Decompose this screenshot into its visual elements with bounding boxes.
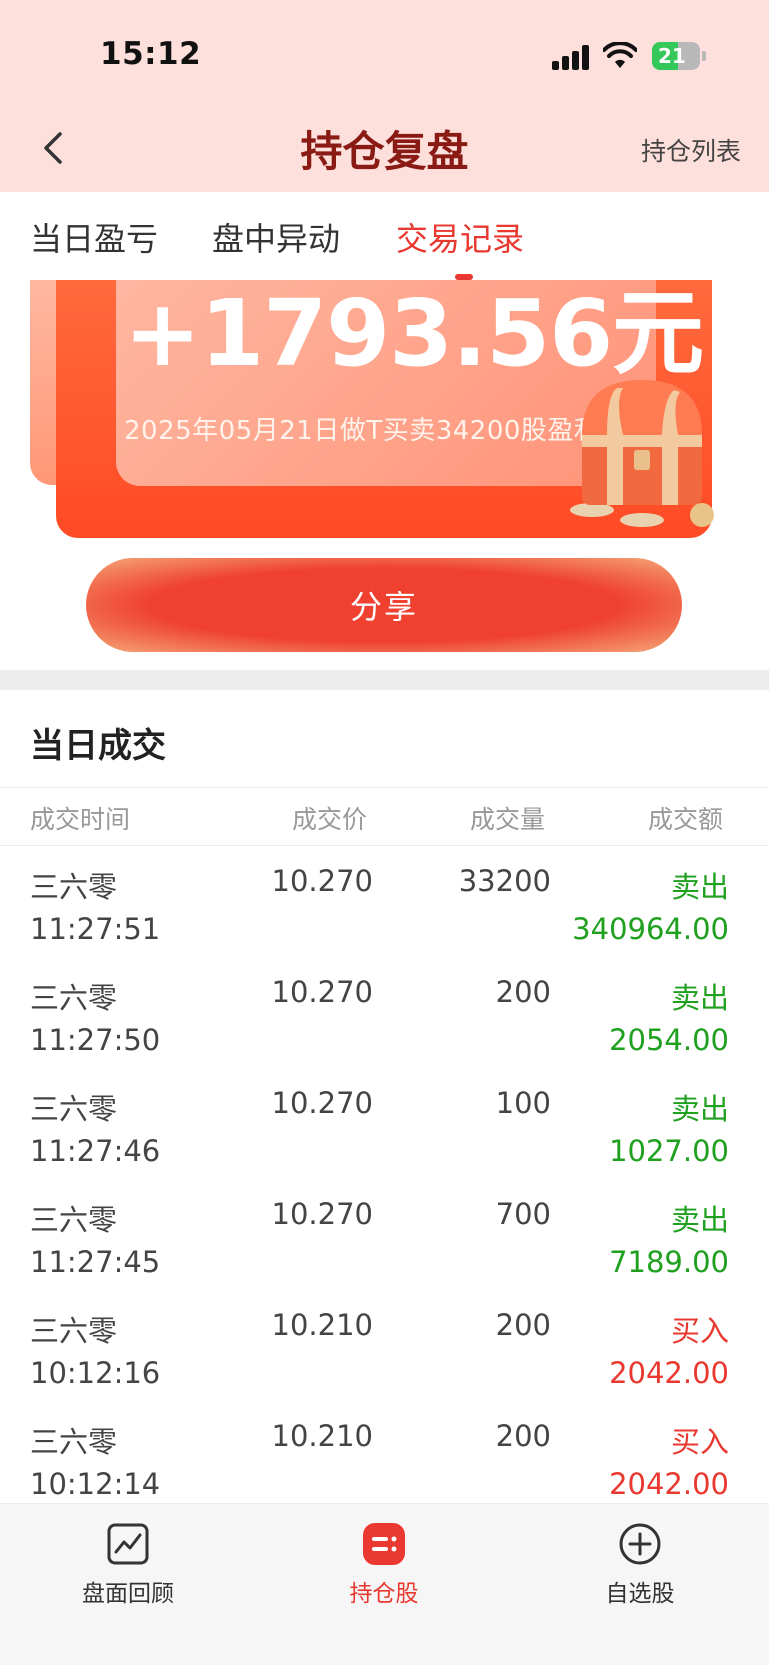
bottom-tab-market-review[interactable]: 盘面回顾 bbox=[48, 1522, 208, 1608]
tab-trade-records[interactable]: 交易记录 bbox=[396, 214, 524, 260]
trade-amount: 340964.00 bbox=[572, 912, 729, 946]
nav-bar: 持仓复盘 持仓列表 bbox=[0, 110, 769, 192]
battery-icon: 21 bbox=[652, 42, 700, 70]
trade-volume: 200 bbox=[495, 1419, 551, 1453]
trade-amount: 1027.00 bbox=[609, 1134, 729, 1168]
col-header-volume: 成交量 bbox=[470, 805, 546, 834]
table-row[interactable]: 三六零 11:27:50 10.270 200 卖出 2054.00 bbox=[0, 973, 769, 1085]
add-circle-icon bbox=[619, 1523, 661, 1565]
table-row[interactable]: 三六零 10:12:16 10.210 200 买入 2042.00 bbox=[0, 1306, 769, 1418]
trade-volume: 200 bbox=[495, 1308, 551, 1342]
holdings-list-link[interactable]: 持仓列表 bbox=[641, 132, 741, 168]
holdings-icon bbox=[363, 1523, 405, 1565]
trade-name: 三六零 bbox=[30, 981, 118, 1015]
battery-level: 21 bbox=[658, 44, 686, 68]
table-row[interactable]: 三六零 11:27:46 10.270 100 卖出 1027.00 bbox=[0, 1084, 769, 1196]
tab-bar: 当日盈亏 盘中异动 交易记录 bbox=[0, 192, 769, 280]
tab-daily-pnl[interactable]: 当日盈亏 bbox=[30, 214, 158, 260]
trade-side: 卖出 bbox=[670, 1203, 729, 1237]
header-top-line bbox=[0, 787, 769, 788]
bottom-tab-watchlist[interactable]: 自选股 bbox=[560, 1522, 720, 1608]
section-divider bbox=[0, 670, 769, 690]
cellular-signal-icon bbox=[552, 44, 590, 70]
trade-time: 10:12:16 bbox=[30, 1356, 161, 1390]
trade-amount: 2054.00 bbox=[609, 1023, 729, 1057]
trade-name: 三六零 bbox=[30, 1203, 118, 1237]
trade-price: 10.210 bbox=[271, 1419, 373, 1453]
trade-side: 买入 bbox=[670, 1425, 729, 1459]
trade-volume: 100 bbox=[495, 1086, 551, 1120]
share-button[interactable]: 分享 bbox=[86, 558, 682, 652]
trade-name: 三六零 bbox=[30, 1314, 118, 1348]
trade-time: 10:12:14 bbox=[30, 1467, 161, 1501]
trade-amount: 2042.00 bbox=[609, 1467, 729, 1501]
bottom-tab-label: 自选股 bbox=[605, 1581, 675, 1607]
trade-price: 10.270 bbox=[271, 975, 373, 1009]
trade-side: 买入 bbox=[670, 1314, 729, 1348]
trade-price: 10.270 bbox=[271, 864, 373, 898]
chart-review-icon bbox=[107, 1523, 149, 1565]
status-time: 15:12 bbox=[100, 36, 202, 72]
trade-time: 11:27:45 bbox=[30, 1245, 161, 1279]
bottom-tab-label: 持仓股 bbox=[349, 1581, 419, 1607]
trade-side: 卖出 bbox=[670, 870, 729, 904]
wifi-icon bbox=[603, 42, 637, 68]
profit-subtitle: 2025年05月21日做T买卖34200股盈利 bbox=[124, 416, 601, 446]
trade-amount: 2042.00 bbox=[609, 1356, 729, 1390]
trade-name: 三六零 bbox=[30, 1092, 118, 1126]
trade-price: 10.270 bbox=[271, 1086, 373, 1120]
trade-side: 卖出 bbox=[670, 1092, 729, 1126]
trade-time: 11:27:50 bbox=[30, 1023, 161, 1057]
trade-price: 10.210 bbox=[271, 1308, 373, 1342]
section-title: 当日成交 bbox=[30, 726, 166, 766]
trade-name: 三六零 bbox=[30, 870, 118, 904]
treasure-chest-icon bbox=[570, 380, 714, 527]
table-row[interactable]: 三六零 11:27:51 10.270 33200 卖出 340964.00 bbox=[0, 862, 769, 974]
bottom-tab-bar: 盘面回顾 持仓股 自选股 bbox=[0, 1503, 769, 1665]
trade-volume: 33200 bbox=[458, 864, 551, 898]
col-header-price: 成交价 bbox=[292, 805, 368, 834]
trade-side: 卖出 bbox=[670, 981, 729, 1015]
trade-time: 11:27:46 bbox=[30, 1134, 161, 1168]
tab-intraday-moves[interactable]: 盘中异动 bbox=[212, 214, 340, 260]
trade-amount: 7189.00 bbox=[609, 1245, 729, 1279]
col-header-time: 成交时间 bbox=[30, 805, 131, 834]
trade-price: 10.270 bbox=[271, 1197, 373, 1231]
bottom-tab-label: 盘面回顾 bbox=[82, 1581, 174, 1607]
status-bar: 15:12 21 bbox=[0, 0, 769, 110]
col-header-amount: 成交额 bbox=[648, 805, 724, 834]
trade-volume: 700 bbox=[495, 1197, 551, 1231]
trade-name: 三六零 bbox=[30, 1425, 118, 1459]
bottom-tab-holdings[interactable]: 持仓股 bbox=[304, 1522, 464, 1608]
trade-volume: 200 bbox=[495, 975, 551, 1009]
table-row[interactable]: 三六零 11:27:45 10.270 700 卖出 7189.00 bbox=[0, 1195, 769, 1307]
trade-time: 11:27:51 bbox=[30, 912, 161, 946]
header-bottom-line bbox=[0, 845, 769, 846]
battery-tip bbox=[702, 51, 706, 61]
